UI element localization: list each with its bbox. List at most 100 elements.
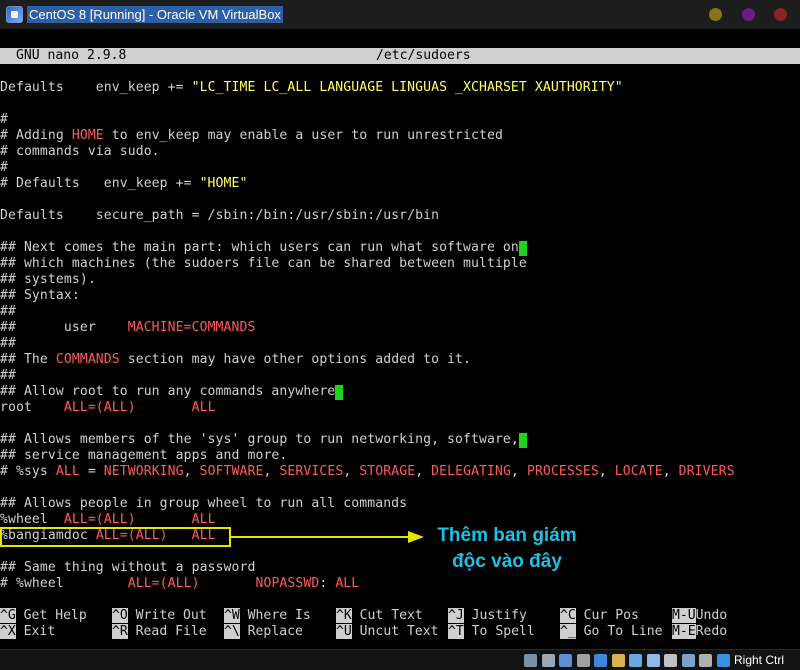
keyword-text: DELEGATING [431,464,511,479]
network-icon[interactable] [594,654,607,667]
editor-line: # Adding HOME to env_keep may enable a u… [0,128,503,144]
editor-line: %wheel ALL=(ALL) ALL [0,512,216,528]
shortcut-item[interactable]: M-ERedo [672,624,727,640]
line-text: # Adding [0,128,72,143]
keyword-text: MACHINE=COMMANDS [127,320,256,335]
nano-filename: /etc/sudoers [376,48,471,63]
line-text: to env_keep may enable a user to run unr… [103,128,503,143]
line-text: ## [0,304,16,319]
annotation-highlight-box [0,527,231,547]
shortcut-item[interactable]: ^O Write Out [112,608,207,624]
screen-icon[interactable] [646,654,660,667]
shortcut-item[interactable]: ^U Uncut Text [336,624,439,640]
shortcut-label: Cur Pos [575,608,639,623]
annotation-callout: Thêm ban giám độc vào đây [412,523,602,575]
nano-version: GNU nano 2.9.8 [16,48,127,63]
window-titlebar: CentOS 8 [Running] - Oracle VM VirtualBo… [0,0,800,29]
shortcut-label: Cut Text [351,608,423,623]
cpu-icon[interactable] [681,654,695,667]
shared-folder-icon[interactable] [611,654,625,667]
hdd-icon[interactable] [524,654,537,667]
shortcut-label: Go To Line [575,624,663,639]
optical-icon[interactable] [541,654,555,667]
close-button[interactable] [774,8,787,21]
line-text: ## Syntax: [0,288,80,303]
shortcut-key: M-U [672,608,696,623]
shortcut-item[interactable]: ^C Cur Pos [560,608,639,624]
shortcut-label: Where Is [239,608,311,623]
annotation-line-1: Thêm ban giám [437,525,577,546]
mouse-icon[interactable] [699,654,712,667]
keyboard-icon[interactable] [716,654,730,667]
line-text: , [183,464,200,479]
host-key-label: Right Ctrl [734,653,785,667]
shortcut-key: ^R [112,624,128,639]
editor-line: root ALL=(ALL) ALL [0,400,216,416]
editor-line: ## The COMMANDS section may have other o… [0,352,471,368]
shortcut-key: ^C [560,608,576,623]
shortcut-key: ^\ [224,624,240,639]
line-text: , [263,464,280,479]
shortcut-label: Justify [463,608,527,623]
line-text: # Defaults env_keep += [0,176,200,191]
shortcut-label: Exit [15,624,56,639]
line-text: ## Allow root to run any commands anywhe… [0,384,336,399]
line-text: # [0,112,8,127]
shortcut-item[interactable]: ^_ Go To Line [560,624,663,640]
line-text: = [79,464,104,479]
editor-line: ## [0,304,16,320]
audio-icon[interactable] [576,654,590,667]
trailing-whitespace-marker [518,241,527,256]
shortcut-item[interactable]: ^W Where Is [224,608,311,624]
line-text: %wheel [0,512,64,527]
line-text: root [0,400,64,415]
keyword-text: HOME [71,128,104,143]
shortcut-item[interactable]: ^R Read File [112,624,207,640]
annotation-arrow-icon [230,531,424,543]
string-text: "LC_TIME LC_ALL LANGUAGE LINGUAS _XCHARS… [191,80,623,95]
shortcut-label: To Spell [463,624,535,639]
shortcut-item[interactable]: ^\ Replace [224,624,303,640]
minimize-button[interactable] [709,8,722,21]
display-icon[interactable] [629,654,642,667]
shortcut-item[interactable]: ^G Get Help [0,608,87,624]
editor-line: ## Syntax: [0,288,80,304]
shortcut-item[interactable]: ^X Exit [0,624,55,640]
vm-terminal-screen[interactable]: GNU nano 2.9.8 /etc/sudoers Defaults env… [0,29,800,649]
editor-line: ## Allow root to run any commands anywhe… [0,384,344,400]
editor-line: ## Allows people in group wheel to run a… [0,496,407,512]
keyword-text: ALL=(ALL) [63,400,136,415]
shortcut-key: ^W [224,608,240,623]
shortcut-item[interactable]: ^T To Spell [448,624,535,640]
editor-line: ## [0,336,16,352]
line-text: , [511,464,527,479]
editor-line: ## Allows members of the 'sys' group to … [0,432,527,448]
shortcut-label: Get Help [15,608,87,623]
shortcut-key: ^T [448,624,464,639]
line-text: , [598,464,615,479]
annotation-line-2: độc vào đây [452,551,562,572]
line-text: ## which machines (the sudoers file can … [0,256,527,271]
maximize-button[interactable] [742,8,755,21]
line-text: ## The [0,352,56,367]
line-text: ## Allows people in group wheel to run a… [0,496,408,511]
editor-line: ## user MACHINE=COMMANDS [0,320,255,336]
line-text: ## service management apps and more. [0,448,288,463]
line-text: , [662,464,679,479]
trailing-whitespace-marker [335,385,344,400]
shortcut-item[interactable]: M-UUndo [672,608,727,624]
keyword-text: SOFTWARE [199,464,264,479]
keyword-text: PROCESSES [526,464,599,479]
shortcut-item[interactable]: ^K Cut Text [336,608,423,624]
shortcut-key: ^U [336,624,352,639]
line-text: # %wheel [0,576,128,591]
shortcut-label: Replace [239,624,303,639]
recording-icon[interactable] [664,654,677,667]
trailing-whitespace-marker [518,433,527,448]
line-text: section may have other options added to … [119,352,472,367]
virtualbox-app-icon [6,6,23,23]
shortcut-item[interactable]: ^J Justify [448,608,527,624]
line-text: # %sys [0,464,56,479]
usb-icon[interactable] [559,654,572,667]
editor-line: Defaults env_keep += "LC_TIME LC_ALL LAN… [0,80,623,96]
